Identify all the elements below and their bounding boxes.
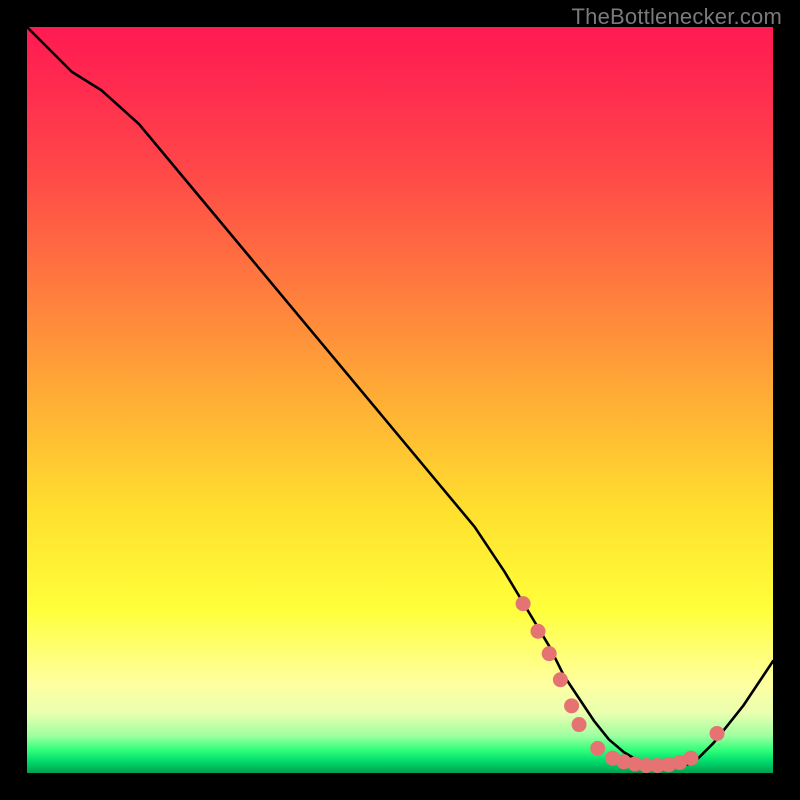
curve-marker [661, 757, 676, 772]
curve-marker [564, 698, 579, 713]
curve-marker [650, 758, 665, 773]
bottleneck-curve [27, 27, 773, 767]
curve-marker [627, 757, 642, 772]
curve-marker [516, 596, 531, 611]
curve-marker [672, 755, 687, 770]
curve-marker [542, 646, 557, 661]
curve-markers [516, 596, 725, 773]
curve-marker [590, 741, 605, 756]
chart-svg [27, 27, 773, 773]
curve-marker [639, 758, 654, 773]
curve-marker [553, 672, 568, 687]
curve-marker [710, 726, 725, 741]
curve-marker [605, 751, 620, 766]
chart-stage: TheBottlenecker.com [0, 0, 800, 800]
curve-marker [616, 754, 631, 769]
curve-marker [683, 751, 698, 766]
curve-marker [572, 717, 587, 732]
plot-area [27, 27, 773, 773]
curve-marker [531, 624, 546, 639]
